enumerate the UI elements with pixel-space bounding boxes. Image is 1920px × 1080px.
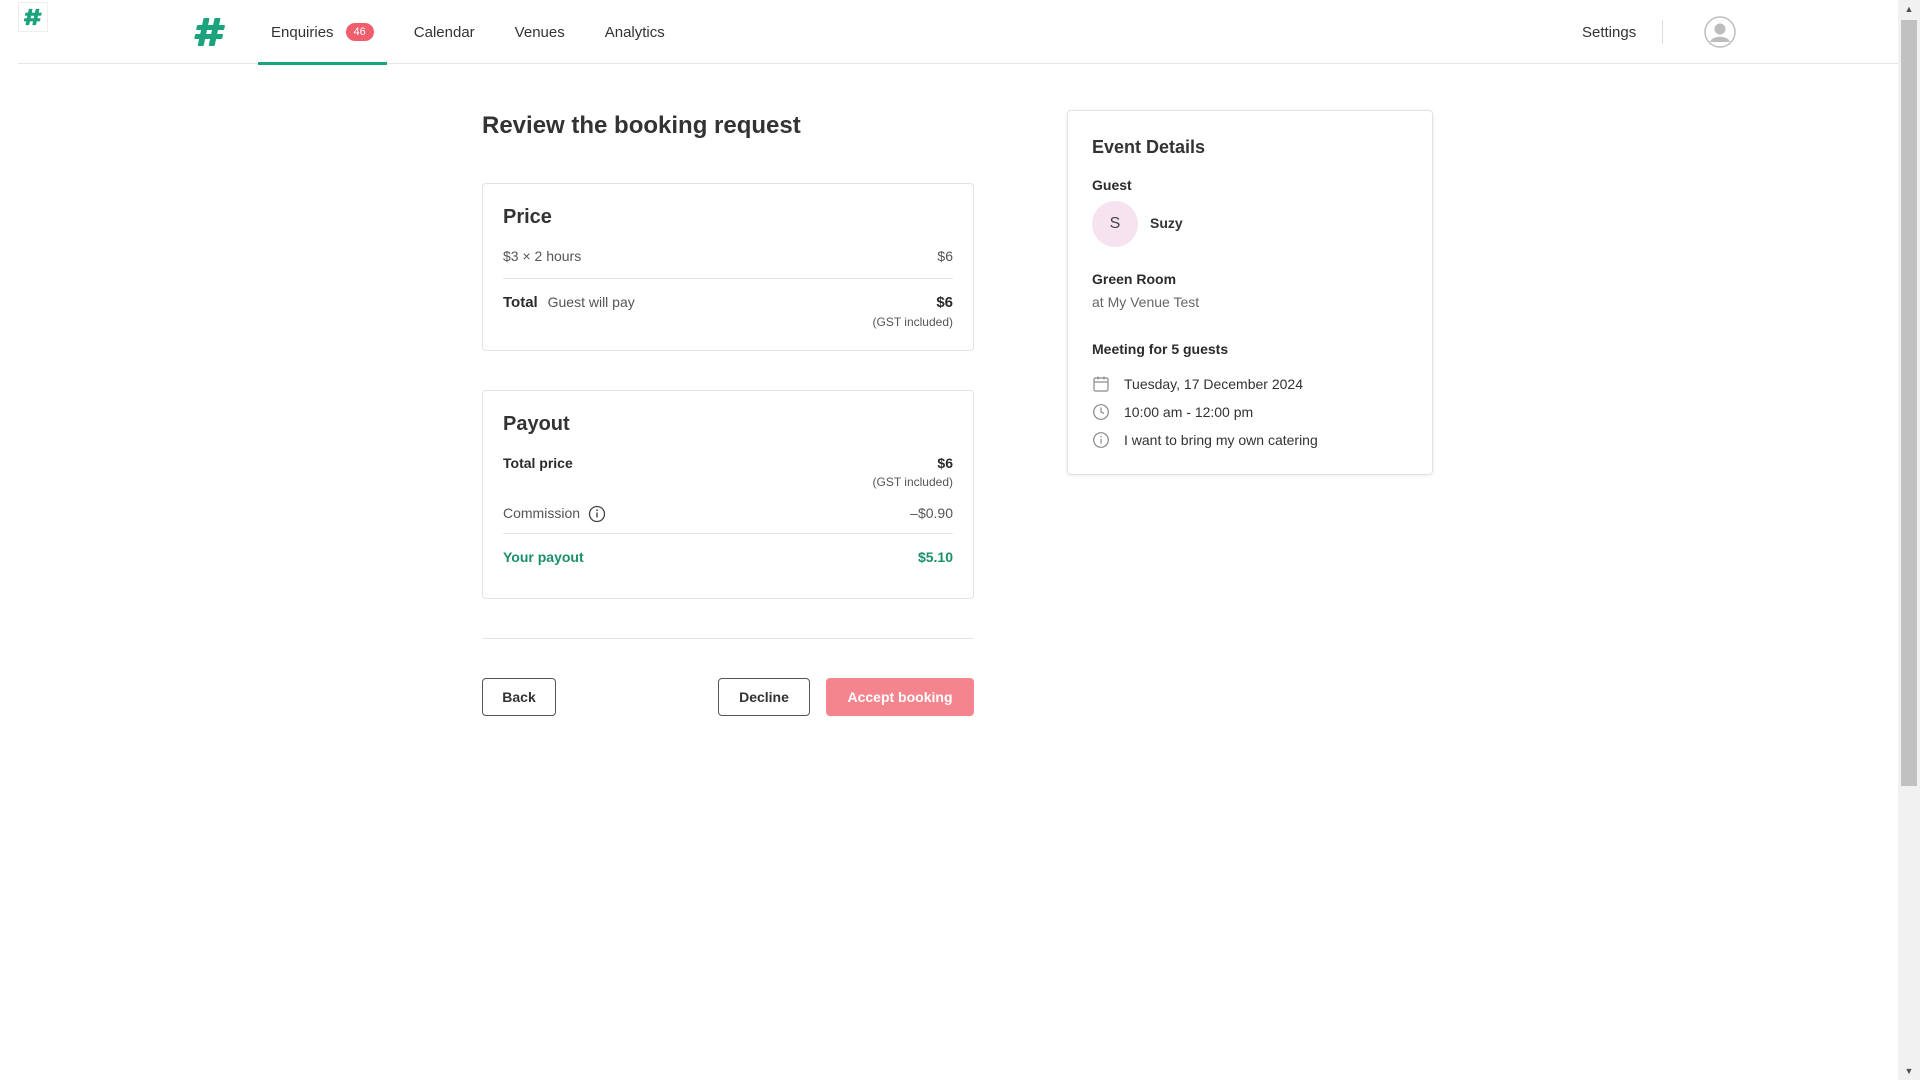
main-nav: Enquiries 46 Calendar Venues Analytics [258, 0, 692, 65]
enquiries-count-badge: 46 [345, 23, 374, 41]
nav-calendar-label: Calendar [413, 23, 475, 41]
commission-info-icon[interactable] [588, 505, 606, 523]
payout-total-row: Total price $6 (GST included) [503, 455, 953, 489]
top-header: Enquiries 46 Calendar Venues Analytics S… [18, 0, 1898, 65]
commission-label: Commission [503, 505, 581, 521]
settings-link[interactable]: Settings [1582, 0, 1636, 64]
accept-booking-button[interactable]: Accept booking [826, 678, 974, 716]
payout-total-label: Total price [503, 455, 573, 471]
guest-label: Guest [1092, 177, 1132, 193]
price-total-row: Total Guest will pay $6 (GST included) [503, 294, 953, 329]
guest-name: Suzy [1150, 215, 1183, 231]
page-title: Review the booking request [482, 112, 801, 139]
nav-analytics-label: Analytics [604, 23, 665, 41]
venue-name: at My Venue Test [1092, 294, 1200, 310]
your-payout-label: Your payout [503, 549, 584, 565]
logo-icon [194, 18, 225, 46]
price-total-label: Total [503, 294, 538, 311]
event-time: 10:00 am - 12:00 pm [1124, 404, 1254, 420]
nav-calendar[interactable]: Calendar [401, 0, 488, 64]
price-total-sublabel: Guest will pay [547, 294, 635, 310]
user-avatar-button[interactable] [1704, 16, 1736, 48]
payout-card: Payout Total price $6 (GST included) Com… [482, 390, 974, 599]
price-card: Price $3 × 2 hours $6 Total Guest will p… [482, 183, 974, 351]
price-line-label: $3 × 2 hours [503, 248, 582, 264]
scroll-down-arrow-icon[interactable]: ▼ [1898, 1062, 1920, 1080]
nav-enquiries[interactable]: Enquiries 46 [258, 0, 387, 65]
header-divider [1662, 20, 1663, 44]
vertical-scrollbar[interactable]: ▲ ▼ [1898, 0, 1920, 1080]
room-name: Green Room [1092, 271, 1177, 287]
price-divider [503, 278, 953, 279]
price-total-value: $6 [936, 294, 953, 311]
price-line-row: $3 × 2 hours $6 [503, 248, 953, 264]
info-icon [1092, 431, 1110, 449]
event-time-line: 10:00 am - 12:00 pm [1092, 403, 1253, 421]
calendar-icon [1092, 375, 1110, 393]
payout-divider [503, 533, 953, 534]
payout-total-value: $6 [937, 455, 953, 471]
event-date: Tuesday, 17 December 2024 [1124, 376, 1303, 392]
scrollbar-thumb[interactable] [1901, 20, 1917, 786]
event-details-title: Event Details [1092, 137, 1206, 157]
commission-value: –$0.90 [910, 505, 953, 521]
brand-logo[interactable] [194, 16, 226, 48]
your-payout-row: Your payout $5.10 [503, 549, 953, 565]
nav-venues[interactable]: Venues [502, 0, 578, 64]
guest-avatar: S [1092, 201, 1138, 247]
payout-heading: Payout [503, 413, 570, 435]
event-date-line: Tuesday, 17 December 2024 [1092, 375, 1303, 393]
event-note: I want to bring my own catering [1124, 432, 1318, 448]
back-button[interactable]: Back [482, 678, 556, 716]
your-payout-value: $5.10 [917, 549, 953, 565]
nav-analytics[interactable]: Analytics [592, 0, 678, 64]
nav-venues-label: Venues [514, 23, 565, 41]
price-heading: Price [503, 206, 552, 228]
event-details-card: Event Details Guest S Suzy Green Room at… [1067, 110, 1433, 475]
actions-divider [482, 638, 974, 639]
user-avatar-icon [1704, 16, 1736, 48]
decline-button[interactable]: Decline [718, 678, 810, 716]
price-line-value: $6 [937, 248, 953, 264]
clock-icon [1092, 403, 1110, 421]
meeting-summary: Meeting for 5 guests [1092, 341, 1229, 357]
payout-total-note: (GST included) [872, 475, 953, 489]
event-note-line: I want to bring my own catering [1092, 431, 1318, 449]
commission-row: Commission –$0.90 [503, 505, 953, 523]
scroll-up-arrow-icon[interactable]: ▲ [1898, 0, 1920, 18]
price-total-note: (GST included) [872, 315, 953, 329]
nav-enquiries-label: Enquiries [271, 23, 334, 41]
